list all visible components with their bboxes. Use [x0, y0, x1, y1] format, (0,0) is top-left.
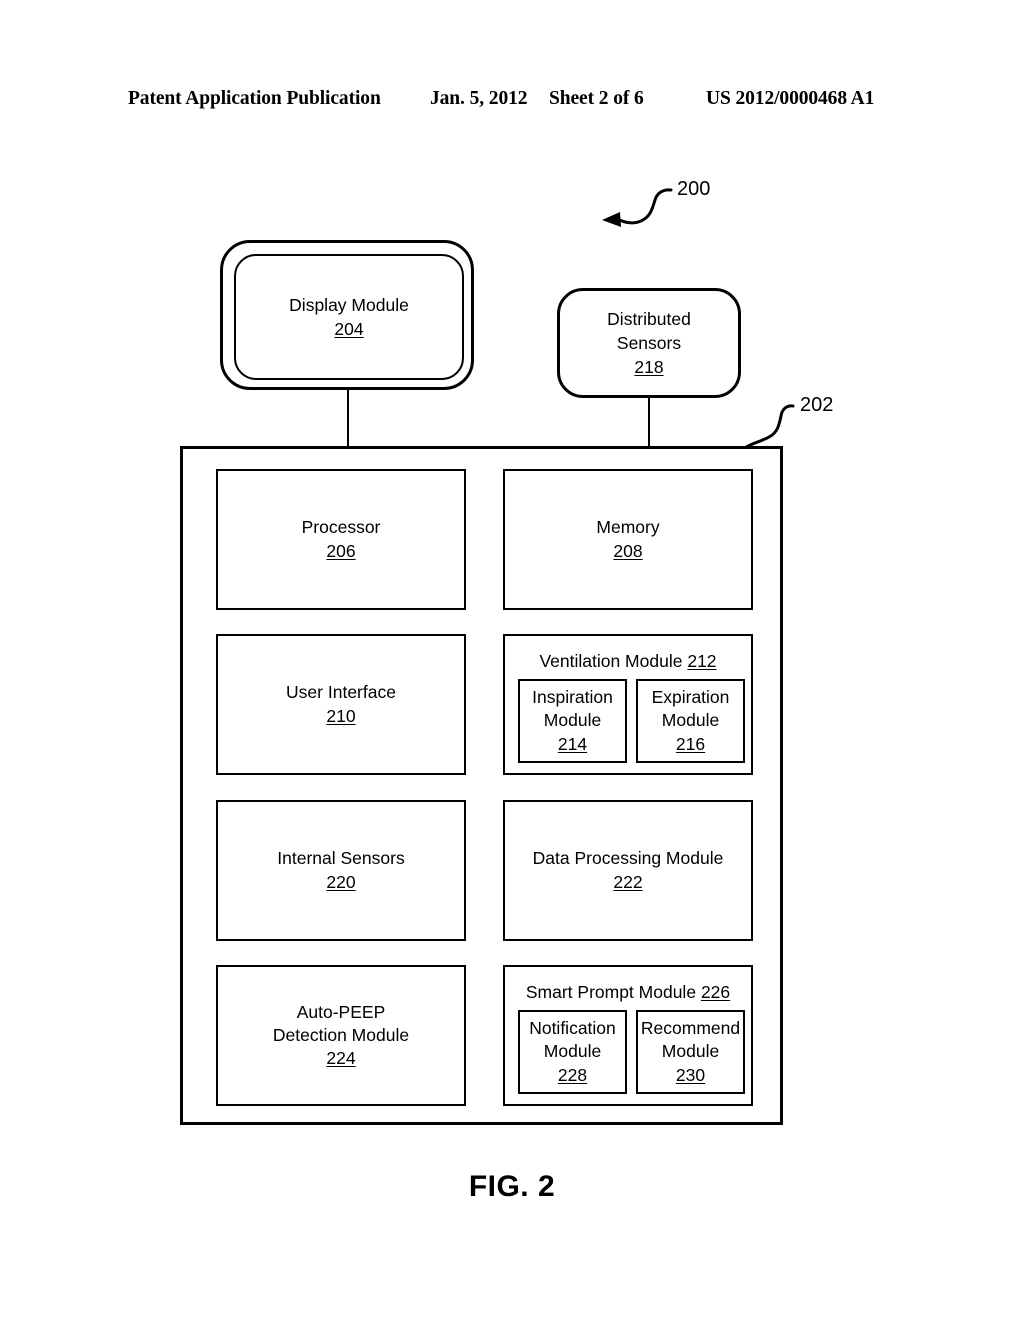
- expiration-module-label-line2: Module: [661, 710, 720, 731]
- header-publication-title: Patent Application Publication: [128, 88, 381, 109]
- ventilation-module[interactable]: Ventilation Module 212 Inspiration Modul…: [503, 634, 753, 775]
- leader-line-200: [602, 188, 673, 227]
- reference-numeral-200: 200: [677, 178, 711, 200]
- auto-peep-detection-module-label-line2: Detection Module: [272, 1024, 410, 1045]
- recommend-module-label-line1: Recommend: [640, 1018, 741, 1039]
- expiration-module-label-line1: Expiration: [651, 687, 730, 708]
- inspiration-module-label-line1: Inspiration: [532, 687, 613, 708]
- internal-sensors-module[interactable]: Internal Sensors 220: [216, 800, 466, 941]
- notification-module-label-line1: Notification: [529, 1018, 616, 1039]
- processor-label: Processor: [301, 517, 381, 538]
- inspiration-module-label-line2: Module: [543, 710, 602, 731]
- internal-sensors-ref: 220: [326, 871, 356, 892]
- ventilation-module-label: Ventilation Module: [539, 651, 683, 671]
- processor-ref: 206: [326, 540, 356, 561]
- smart-prompt-module-label: Smart Prompt Module: [525, 982, 697, 1002]
- distributed-sensors-ref: 218: [634, 357, 664, 378]
- data-processing-module[interactable]: Data Processing Module 222: [503, 800, 753, 941]
- distributed-sensors-module[interactable]: Distributed Sensors 218: [557, 288, 741, 398]
- ventilation-module-header: Ventilation Module 212: [505, 650, 751, 673]
- display-module-ref: 204: [334, 319, 364, 339]
- display-module-outer-frame: Display Module 204: [220, 240, 474, 390]
- display-module[interactable]: Display Module 204: [234, 254, 464, 380]
- smart-prompt-module-ref: 226: [700, 982, 731, 1002]
- connector-display-to-ventilator: [347, 389, 349, 447]
- data-processing-module-ref: 222: [613, 871, 643, 892]
- inspiration-module[interactable]: Inspiration Module 214: [518, 679, 627, 763]
- ventilation-module-ref: 212: [687, 651, 717, 671]
- leader-line-202: [743, 404, 795, 450]
- internal-sensors-label: Internal Sensors: [277, 848, 405, 869]
- notification-module[interactable]: Notification Module 228: [518, 1010, 627, 1094]
- expiration-module[interactable]: Expiration Module 216: [636, 679, 745, 763]
- figure-caption: FIG. 2: [468, 1170, 556, 1203]
- user-interface-label: User Interface: [286, 682, 396, 703]
- smart-prompt-module-header: Smart Prompt Module 226: [505, 981, 751, 1004]
- auto-peep-detection-module-ref: 224: [326, 1048, 356, 1069]
- recommend-module-ref: 230: [675, 1064, 706, 1085]
- connector-sensors-to-ventilator: [648, 397, 650, 447]
- distributed-sensors-label-line2: Sensors: [616, 332, 682, 353]
- memory-ref: 208: [613, 540, 643, 561]
- recommend-module[interactable]: Recommend Module 230: [636, 1010, 745, 1094]
- processor-module[interactable]: Processor 206: [216, 469, 466, 610]
- distributed-sensors-label-line1: Distributed: [607, 308, 691, 329]
- header-date: Jan. 5, 2012: [430, 88, 528, 109]
- recommend-module-label-line2: Module: [661, 1041, 720, 1062]
- reference-numeral-202: 202: [800, 394, 834, 416]
- ventilator-container: Processor 206 Memory 208 User Interface …: [180, 446, 783, 1125]
- user-interface-module[interactable]: User Interface 210: [216, 634, 466, 775]
- memory-module[interactable]: Memory 208: [503, 469, 753, 610]
- notification-module-ref: 228: [557, 1064, 588, 1085]
- memory-label: Memory: [596, 517, 660, 538]
- display-module-label: Display Module: [289, 294, 409, 315]
- smart-prompt-module[interactable]: Smart Prompt Module 226 Notification Mod…: [503, 965, 753, 1106]
- notification-module-label-line2: Module: [543, 1041, 602, 1062]
- user-interface-ref: 210: [326, 705, 356, 726]
- inspiration-module-ref: 214: [557, 733, 588, 754]
- expiration-module-ref: 216: [675, 733, 706, 754]
- auto-peep-detection-module[interactable]: Auto-PEEP Detection Module 224: [216, 965, 466, 1106]
- data-processing-module-label: Data Processing Module: [532, 848, 724, 869]
- header-sheet-number: Sheet 2 of 6: [549, 88, 644, 109]
- header-publication-number: US 2012/0000468 A1: [706, 88, 875, 109]
- page-header: Patent Application Publication Jan. 5, 2…: [0, 88, 1024, 116]
- auto-peep-detection-module-label-line1: Auto-PEEP: [296, 1001, 386, 1022]
